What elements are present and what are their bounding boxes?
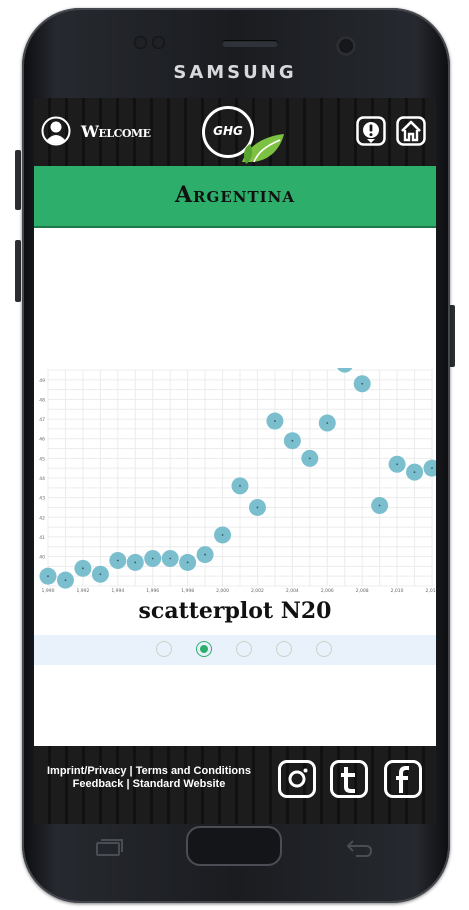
- x-tick-label: 2,012: [426, 588, 436, 594]
- x-tick-label: 1,990: [42, 588, 55, 594]
- home-icon[interactable]: [396, 116, 426, 146]
- phone-volume-button: [15, 150, 21, 210]
- x-tick-label: 1,994: [111, 588, 124, 594]
- pagination-bar: [34, 635, 436, 665]
- user-icon[interactable]: [41, 116, 71, 146]
- top-bar: Welcome GHG: [34, 98, 436, 166]
- data-point-center: [326, 422, 329, 424]
- chart-caption: scatterplot N20: [138, 598, 332, 624]
- scatter-chart: 3940414243444546474849 1,9901,9921,9941,…: [39, 368, 436, 594]
- data-point-center: [274, 420, 276, 422]
- data-point-center: [169, 557, 172, 560]
- x-tick-label: 2,000: [216, 588, 229, 594]
- leaf-icon: [242, 134, 284, 164]
- data-point-center: [204, 553, 206, 556]
- data-point-center: [151, 557, 154, 560]
- data-point-center: [239, 484, 241, 487]
- standard-website-link[interactable]: Standard Website: [133, 778, 226, 790]
- device-brand: SAMSUNG: [173, 62, 297, 83]
- recent-apps-icon[interactable]: [94, 838, 124, 858]
- front-camera: [336, 36, 356, 56]
- app-screen: Welcome GHG Argentina 394041424: [34, 98, 436, 746]
- earpiece-speaker: [222, 40, 278, 47]
- y-tick-label: 47: [39, 417, 45, 423]
- footer-separator: |: [129, 765, 133, 777]
- terms-link[interactable]: Terms and Conditions: [136, 765, 251, 777]
- home-button[interactable]: [186, 826, 282, 866]
- country-title-bar: Argentina: [34, 166, 436, 228]
- x-tick-label: 2,006: [321, 588, 334, 594]
- data-point-center: [64, 579, 67, 582]
- data-point-center: [134, 561, 137, 564]
- page-dot[interactable]: [156, 641, 172, 657]
- y-tick-label: 46: [39, 437, 45, 443]
- y-tick-label: 45: [39, 456, 45, 462]
- x-tick-label: 1,996: [146, 588, 159, 594]
- y-tick-label: 43: [39, 496, 45, 502]
- data-point-center: [221, 534, 224, 536]
- x-tick-label: 1,998: [181, 588, 194, 594]
- page-dot[interactable]: [236, 641, 252, 657]
- x-tick-label: 2,008: [356, 588, 369, 594]
- data-point-center: [99, 573, 102, 576]
- y-tick-label: 42: [39, 515, 45, 521]
- x-tick-label: 2,004: [286, 588, 299, 594]
- x-tick-label: 2,010: [391, 588, 404, 594]
- data-point-center: [396, 463, 398, 466]
- welcome-label[interactable]: Welcome: [81, 122, 151, 141]
- data-point-center: [361, 382, 364, 385]
- data-point-center: [82, 567, 84, 570]
- y-axis-ticks: 3940414243444546474849: [39, 378, 45, 580]
- y-tick-label: 41: [39, 535, 45, 541]
- phone-bixby-button: [15, 240, 21, 302]
- data-point-center: [413, 471, 416, 474]
- y-tick-label: 49: [39, 378, 45, 384]
- page-dot[interactable]: [316, 641, 332, 657]
- page-title: Argentina: [174, 182, 296, 208]
- data-point-center: [291, 439, 294, 442]
- x-tick-label: 1,992: [76, 588, 89, 594]
- y-tick-label: 48: [39, 397, 45, 403]
- footer-bar: Imprint/Privacy | Terms and Conditions F…: [34, 746, 436, 824]
- tumblr-icon[interactable]: [330, 760, 368, 798]
- page-dot[interactable]: [276, 641, 292, 657]
- light-sensor: [152, 36, 165, 49]
- y-tick-label: 40: [39, 555, 45, 561]
- ghg-logo[interactable]: GHG: [200, 104, 286, 168]
- facebook-icon[interactable]: [384, 760, 422, 798]
- page-dot-active[interactable]: [196, 641, 212, 657]
- data-point-center: [256, 506, 259, 509]
- proximity-sensor: [134, 36, 147, 49]
- y-tick-label: 44: [39, 476, 45, 482]
- footer-separator: |: [126, 778, 130, 790]
- x-tick-label: 2,002: [251, 588, 264, 594]
- feedback-link[interactable]: Feedback: [73, 778, 124, 790]
- imprint-link[interactable]: Imprint/Privacy: [47, 765, 126, 777]
- data-point-center: [431, 467, 433, 470]
- data-point-center: [47, 575, 49, 578]
- footer-links: Imprint/Privacy | Terms and Conditions F…: [38, 765, 260, 791]
- alert-icon[interactable]: [356, 116, 386, 146]
- instagram-icon[interactable]: [278, 760, 316, 798]
- back-icon[interactable]: [344, 838, 374, 858]
- data-point-center: [308, 457, 311, 460]
- data-point-center: [116, 559, 119, 562]
- data-point-center: [378, 504, 381, 507]
- x-axis-ticks: 1,990 1,992 1,994 1,996 1,998 2,000 2,002 2,004…: [42, 588, 436, 594]
- data-point-center: [186, 561, 189, 564]
